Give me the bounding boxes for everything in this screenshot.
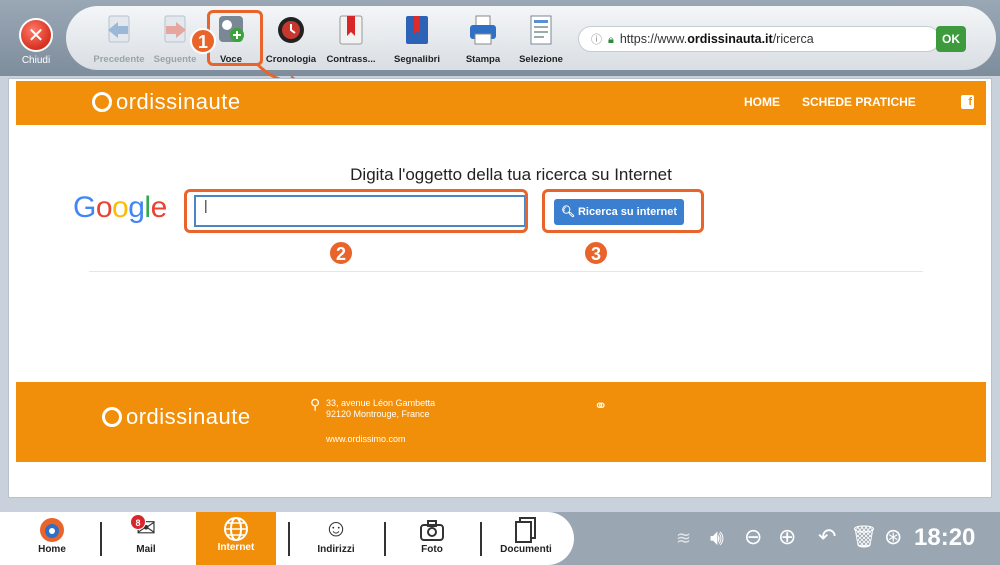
logo-mark-icon (92, 92, 112, 112)
url-path: /ricerca (772, 32, 814, 46)
url-ok-button[interactable]: OK (936, 26, 966, 52)
step-badge-1: 1 (190, 28, 216, 54)
info-icon: ⓘ (591, 34, 602, 46)
app-dock: Home 8 ✉ Mail Internet ☺ Indirizzi Foto (0, 512, 574, 565)
location-pin-icon: ⚲ (310, 396, 321, 412)
dock-mail[interactable]: 8 ✉ Mail (106, 514, 186, 564)
close-label: Chiudi (21, 55, 51, 66)
selection-document-icon (526, 14, 556, 46)
back-arrow-icon (104, 14, 134, 46)
facebook-icon[interactable]: f (961, 95, 974, 109)
footer-website[interactable]: www.ordissimo.com (326, 434, 435, 445)
url-prefix: https://www. (619, 32, 688, 46)
nav-home[interactable]: HOME (744, 95, 780, 109)
globe-icon (196, 512, 276, 542)
divider (89, 271, 923, 272)
volume-icon[interactable]: 🔊︎ (710, 525, 724, 551)
documents-icon (486, 514, 566, 544)
bookmark-mark-button[interactable]: Contrass... (322, 14, 380, 68)
clock: 18:20 (914, 524, 976, 551)
print-button[interactable]: Stampa (454, 14, 512, 68)
link-icon[interactable]: ⚭ (594, 396, 607, 416)
dock-internet[interactable]: Internet (196, 512, 276, 565)
footer-logo[interactable]: ordissinaute (102, 404, 251, 430)
bookmark-red-icon (336, 14, 366, 46)
step-badge-3: 3 (583, 240, 609, 266)
bookmarks-button[interactable]: Segnalibri (388, 14, 446, 68)
contacts-icon: ☺ (323, 515, 349, 542)
bookmarks-book-icon (402, 14, 432, 46)
selection-button[interactable]: Selezione (512, 14, 570, 68)
url-host: ordissinauta.it (687, 32, 773, 46)
trash-icon[interactable]: 🗑︎ (850, 524, 878, 550)
mail-unread-badge: 8 (130, 514, 146, 530)
zoom-in-icon[interactable]: ⊕ (778, 524, 796, 550)
browser-toolbar: ✕ Chiudi Precedente Seguente Voce Cronol… (0, 0, 1000, 76)
back-button[interactable]: Precedente (90, 14, 148, 68)
taskbar: Home 8 ✉ Mail Internet ☺ Indirizzi Foto (0, 512, 1000, 565)
search-title: Digita l'oggetto della tua ricerca su In… (350, 165, 672, 184)
nav-schede-pratiche[interactable]: SCHEDE PRATICHE (802, 95, 916, 109)
help-lifebuoy-icon[interactable]: ⊛ (884, 524, 902, 550)
dock-photos[interactable]: Foto (392, 514, 472, 564)
wifi-icon[interactable]: ≋ (676, 528, 691, 549)
step-badge-2: 2 (328, 240, 354, 266)
google-logo: Google (73, 191, 167, 224)
dock-home[interactable]: Home (12, 514, 92, 564)
url-field[interactable]: ⓘ 🔒︎ https://www.ordissinauta.it/ricerca (578, 26, 940, 52)
dock-documents[interactable]: Documenti (486, 514, 566, 564)
highlight-search-button (542, 189, 704, 233)
undo-icon[interactable]: ↶ (818, 524, 836, 550)
dock-addresses[interactable]: ☺ Indirizzi (296, 514, 376, 564)
site-header: ordissinaute HOME SCHEDE PRATICHE f (16, 81, 986, 125)
clock-history-icon (276, 14, 306, 46)
site-logo[interactable]: ordissinaute (92, 89, 241, 115)
printer-icon (468, 14, 498, 46)
zoom-out-icon[interactable]: ⊖ (744, 524, 762, 550)
web-page: ordissinaute HOME SCHEDE PRATICHE f Digi… (8, 78, 992, 498)
home-logo-icon (12, 514, 92, 544)
mail-envelope-icon: ✉ (135, 515, 157, 542)
lock-icon: 🔒︎ (608, 34, 614, 46)
highlight-search-input (184, 189, 528, 233)
footer-logo-mark-icon (102, 407, 122, 427)
camera-icon (392, 514, 472, 544)
close-button[interactable]: ✕ Chiudi (12, 18, 60, 70)
site-footer: ordissinaute ⚲ 33, avenue Léon Gambetta … (16, 382, 986, 462)
forward-arrow-icon (160, 14, 190, 46)
footer-address: 33, avenue Léon Gambetta 92120 Montrouge… (326, 398, 436, 445)
close-icon: ✕ (19, 18, 53, 52)
